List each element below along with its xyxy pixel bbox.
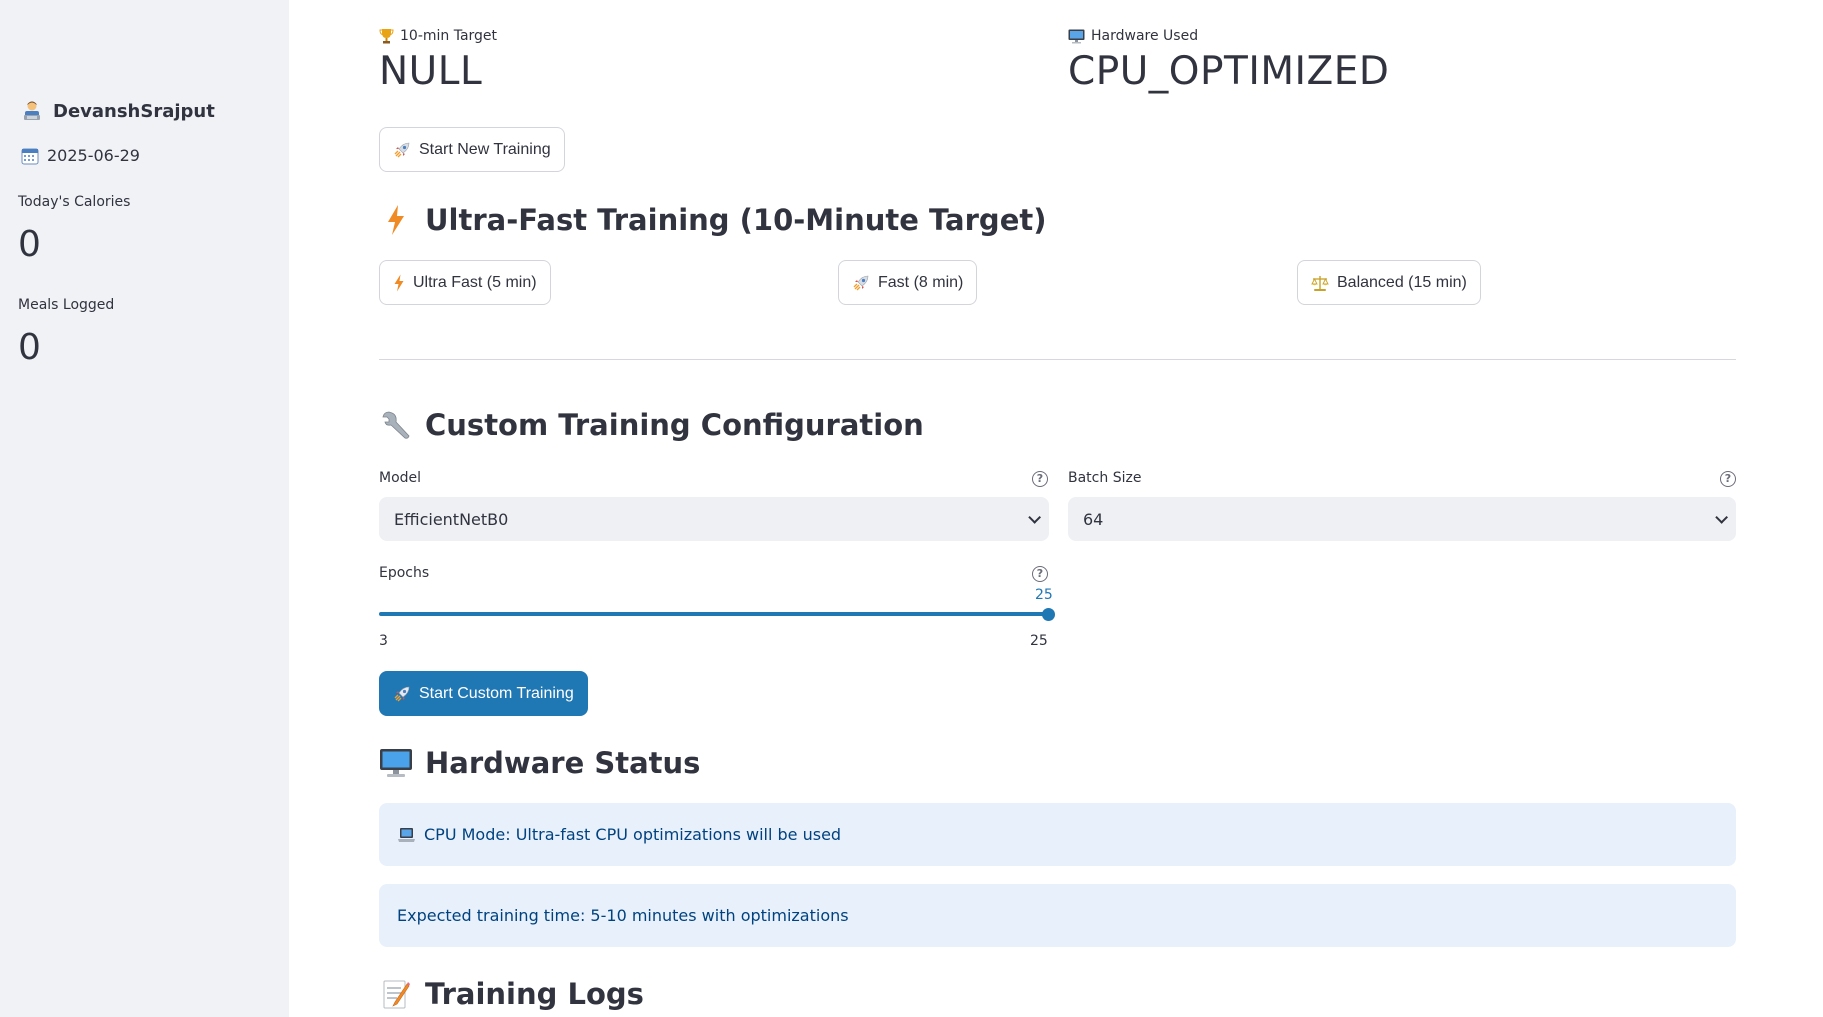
- epochs-label: Epochs: [379, 565, 430, 581]
- metric-target: 10-min Target NULL: [379, 28, 497, 91]
- calories-label: Today's Calories: [18, 194, 131, 210]
- preset-fast-button[interactable]: Fast (8 min): [838, 260, 978, 305]
- laptop-icon: [398, 827, 415, 842]
- metric-target-label: 10-min Target: [379, 28, 497, 44]
- rocket-icon: [394, 142, 410, 157]
- calories-value: 0: [18, 224, 41, 265]
- sidebar-date-text: 2025-06-29: [47, 146, 140, 165]
- cpu-mode-text: CPU Mode: Ultra-fast CPU optimizations w…: [424, 825, 842, 844]
- model-select-value: EfficientNetB0: [394, 509, 509, 529]
- hardware-status-heading: Hardware Status: [379, 746, 700, 780]
- preset-ultra-fast-button[interactable]: Ultra Fast (5 min): [379, 260, 551, 305]
- monitor-icon: [1068, 29, 1085, 43]
- start-new-training-button[interactable]: Start New Training: [379, 127, 565, 172]
- meals-logged-value: 0: [18, 327, 41, 368]
- ultra-fast-heading: Ultra-Fast Training (10-Minute Target): [379, 203, 1046, 237]
- sidebar-date: 2025-06-29: [21, 146, 140, 165]
- epochs-min-label: 3: [379, 633, 388, 649]
- section-divider: [379, 359, 1736, 360]
- wrench-icon: [382, 411, 410, 439]
- model-help-icon[interactable]: ?: [1032, 471, 1048, 487]
- lightning-icon: [388, 205, 404, 235]
- metric-hardware-label: Hardware Used: [1068, 28, 1389, 44]
- sidebar: DevanshSrajput 2025-06-29 Today's Calori…: [0, 0, 289, 1017]
- trophy-icon: [379, 29, 394, 44]
- chevron-down-icon: [1028, 510, 1041, 524]
- preset-balanced-button[interactable]: Balanced (15 min): [1297, 260, 1481, 305]
- training-logs-heading: Training Logs: [379, 977, 644, 1011]
- metric-hardware: Hardware Used CPU_OPTIMIZED: [1068, 28, 1389, 91]
- epochs-slider-track[interactable]: [379, 612, 1049, 616]
- lightning-icon: [394, 274, 404, 291]
- batch-size-help-icon[interactable]: ?: [1720, 471, 1736, 487]
- rocket-icon: [394, 686, 410, 701]
- technologist-icon: [24, 101, 40, 120]
- sidebar-username: DevanshSrajput: [53, 100, 215, 122]
- batch-size-label: Batch Size: [1068, 470, 1142, 486]
- metric-target-value: NULL: [379, 49, 483, 94]
- model-label: Model: [379, 470, 422, 486]
- epochs-current-value: 25: [1035, 587, 1053, 603]
- expected-time-text: Expected training time: 5-10 minutes wit…: [397, 906, 849, 925]
- epochs-max-label: 25: [1030, 633, 1048, 649]
- model-select[interactable]: EfficientNetB0: [379, 497, 1049, 541]
- meals-logged-label: Meals Logged: [18, 297, 115, 313]
- expected-time-info: Expected training time: 5-10 minutes wit…: [379, 884, 1736, 947]
- chevron-down-icon: [1715, 510, 1728, 524]
- epochs-slider-thumb[interactable]: [1042, 608, 1055, 621]
- batch-size-select-value: 64: [1083, 509, 1104, 529]
- desktop-icon: [380, 749, 412, 777]
- scales-icon: [1311, 275, 1329, 291]
- calendar-icon: [21, 148, 39, 164]
- custom-config-heading: Custom Training Configuration: [379, 408, 924, 442]
- cpu-mode-info: CPU Mode: Ultra-fast CPU optimizations w…: [379, 803, 1736, 866]
- start-custom-training-button[interactable]: Start Custom Training: [379, 671, 588, 716]
- epochs-help-icon[interactable]: ?: [1032, 566, 1048, 582]
- metric-hardware-value: CPU_OPTIMIZED: [1068, 49, 1390, 94]
- batch-size-select[interactable]: 64: [1068, 497, 1736, 541]
- rocket-icon: [853, 275, 869, 290]
- sidebar-user: DevanshSrajput: [21, 100, 215, 122]
- main-content: 10-min Target NULL Hardware Used CPU_OPT…: [379, 0, 1736, 1017]
- memo-icon: [383, 980, 410, 1009]
